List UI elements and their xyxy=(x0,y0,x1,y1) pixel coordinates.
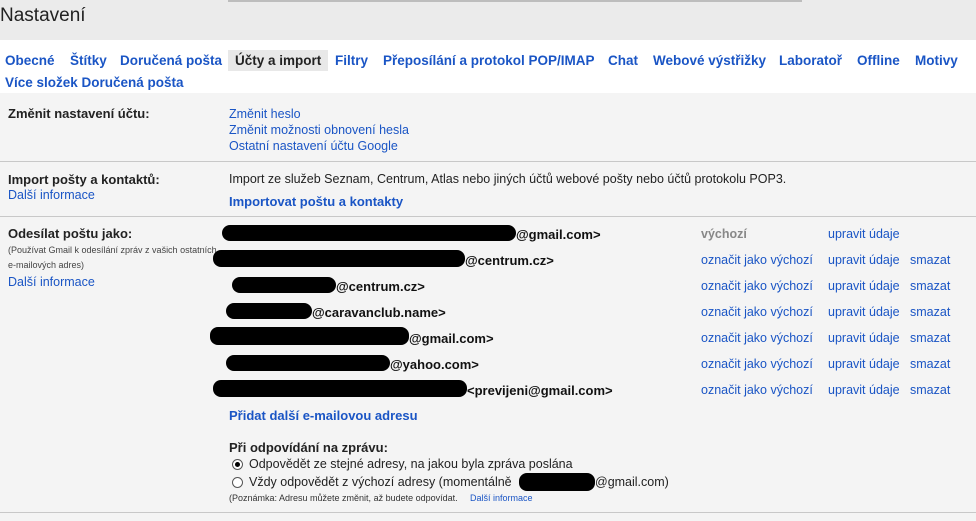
redaction-mark xyxy=(519,473,595,491)
address-text: @caravanclub.name> xyxy=(312,305,446,320)
edit-info-link[interactable]: upravit údaje xyxy=(828,357,900,371)
tab-forwarding-pop-imap[interactable]: Přeposílání a protokol POP/IMAP xyxy=(383,53,595,68)
edit-info-link[interactable]: upravit údaje xyxy=(828,253,900,267)
reply-default-label: Vždy odpovědět z výchozí adresy (momentá… xyxy=(249,475,512,489)
section-divider xyxy=(0,216,976,217)
tab-filters[interactable]: Filtry xyxy=(335,53,368,68)
change-recovery-link[interactable]: Změnit možnosti obnovení hesla xyxy=(229,123,409,137)
section-divider xyxy=(0,161,976,162)
change-password-link[interactable]: Změnit heslo xyxy=(229,107,301,121)
send-as-label: Odesílat poštu jako: xyxy=(8,226,133,241)
delete-link[interactable]: smazat xyxy=(910,253,950,267)
send-as-more-info-link[interactable]: Další informace xyxy=(8,275,95,289)
redaction-mark xyxy=(226,303,312,319)
tab-inbox[interactable]: Doručená pošta xyxy=(120,53,222,68)
delete-link[interactable]: smazat xyxy=(910,305,950,319)
top-bar xyxy=(0,0,976,40)
import-more-info-link[interactable]: Další informace xyxy=(8,188,95,202)
tab-themes[interactable]: Motivy xyxy=(915,53,958,68)
make-default-link[interactable]: označit jako výchozí xyxy=(701,253,813,267)
edit-info-link[interactable]: upravit údaje xyxy=(828,227,900,241)
settings-tabs: Obecné Štítky Doručená pošta Účty a impo… xyxy=(0,47,976,93)
tab-accounts-import[interactable]: Účty a import xyxy=(228,50,329,71)
reply-footnote-link[interactable]: Další informace xyxy=(470,493,533,503)
add-address-link[interactable]: Přidat další e-mailovou adresu xyxy=(229,408,418,423)
reply-footnote: (Poznámka: Adresu můžete změnit, až bude… xyxy=(229,493,458,503)
section-divider xyxy=(0,512,976,513)
edit-info-link[interactable]: upravit údaje xyxy=(828,305,900,319)
redaction-mark xyxy=(232,277,336,293)
reply-default-suffix: @gmail.com) xyxy=(595,475,669,489)
address-text: @centrum.cz> xyxy=(336,279,425,294)
tab-general[interactable]: Obecné xyxy=(5,53,55,68)
make-default-link[interactable]: označit jako výchozí xyxy=(701,331,813,345)
delete-link[interactable]: smazat xyxy=(910,357,950,371)
default-label: výchozí xyxy=(701,227,747,241)
address-text: @gmail.com> xyxy=(516,227,601,242)
edit-info-link[interactable]: upravit údaje xyxy=(828,383,900,397)
edit-info-link[interactable]: upravit údaje xyxy=(828,279,900,293)
make-default-link[interactable]: označit jako výchozí xyxy=(701,357,813,371)
delete-link[interactable]: smazat xyxy=(910,279,950,293)
edit-info-link[interactable]: upravit údaje xyxy=(828,331,900,345)
top-divider xyxy=(228,0,802,2)
reply-default-radio[interactable] xyxy=(232,477,243,488)
send-as-note: (Používat Gmail k odesílání zpráv z vaši… xyxy=(8,245,217,270)
delete-link[interactable]: smazat xyxy=(910,383,950,397)
reply-same-label: Odpovědět ze stejné adresy, na jakou byl… xyxy=(249,457,573,471)
import-description: Import ze služeb Seznam, Centrum, Atlas … xyxy=(229,172,787,186)
tab-chat[interactable]: Chat xyxy=(608,53,638,68)
redaction-mark xyxy=(210,327,409,345)
tab-labs[interactable]: Laboratoř xyxy=(779,53,842,68)
tab-web-clips[interactable]: Webové výstřižky xyxy=(653,53,766,68)
settings-panel: Změnit nastavení účtu: Změnit heslo Změn… xyxy=(0,93,976,521)
make-default-link[interactable]: označit jako výchozí xyxy=(701,305,813,319)
address-text: @centrum.cz> xyxy=(465,253,554,268)
account-settings-label: Změnit nastavení účtu: xyxy=(8,106,150,121)
redaction-mark xyxy=(213,250,465,267)
make-default-link[interactable]: označit jako výchozí xyxy=(701,383,813,397)
redaction-mark xyxy=(222,225,516,241)
delete-link[interactable]: smazat xyxy=(910,331,950,345)
import-label: Import pošty a kontaktů: xyxy=(8,172,160,187)
address-text: @gmail.com> xyxy=(409,331,494,346)
reply-heading: Při odpovídání na zprávu: xyxy=(229,440,388,455)
make-default-link[interactable]: označit jako výchozí xyxy=(701,279,813,293)
tab-offline[interactable]: Offline xyxy=(857,53,900,68)
tab-labels[interactable]: Štítky xyxy=(70,53,107,68)
address-text: <previjeni@gmail.com> xyxy=(467,383,613,398)
tab-multiple-inboxes[interactable]: Více složek Doručená pošta xyxy=(5,75,184,90)
page-title: Nastavení xyxy=(0,5,86,26)
redaction-mark xyxy=(226,355,390,371)
reply-same-radio[interactable] xyxy=(232,459,243,470)
google-account-settings-link[interactable]: Ostatní nastavení účtu Google xyxy=(229,139,398,153)
import-mail-link[interactable]: Importovat poštu a kontakty xyxy=(229,194,403,209)
address-text: @yahoo.com> xyxy=(390,357,479,372)
redaction-mark xyxy=(213,380,467,397)
